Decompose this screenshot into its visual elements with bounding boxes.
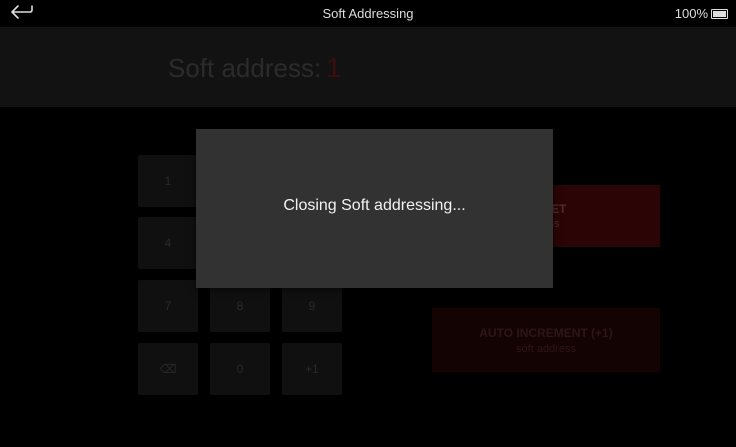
- soft-address-header: [0, 27, 736, 107]
- dialog-message: Closing Soft addressing...: [283, 196, 466, 214]
- soft-address-label: Soft address:: [168, 53, 322, 83]
- status-bar: Soft Addressing 100%: [0, 0, 736, 26]
- battery-percentage: 100%: [674, 6, 708, 21]
- keypad-key-plus-one[interactable]: +1: [282, 343, 342, 395]
- keypad-key-1[interactable]: 1: [138, 155, 198, 207]
- battery-icon: [711, 9, 728, 19]
- auto-increment-button[interactable]: AUTO INCREMENT (+1) soft address: [432, 308, 660, 372]
- soft-address-value: 1: [326, 52, 342, 83]
- closing-dialog: Closing Soft addressing...: [196, 129, 553, 288]
- keypad-backspace-key[interactable]: ⌫: [138, 343, 198, 395]
- page-title: Soft Addressing: [322, 6, 414, 21]
- auto-increment-button-title: AUTO INCREMENT (+1): [479, 325, 613, 340]
- keypad-key-4[interactable]: 4: [138, 217, 198, 269]
- auto-increment-button-subtitle: soft address: [516, 342, 576, 355]
- keypad-key-7[interactable]: 7: [138, 280, 198, 332]
- keypad-key-0[interactable]: 0: [210, 343, 270, 395]
